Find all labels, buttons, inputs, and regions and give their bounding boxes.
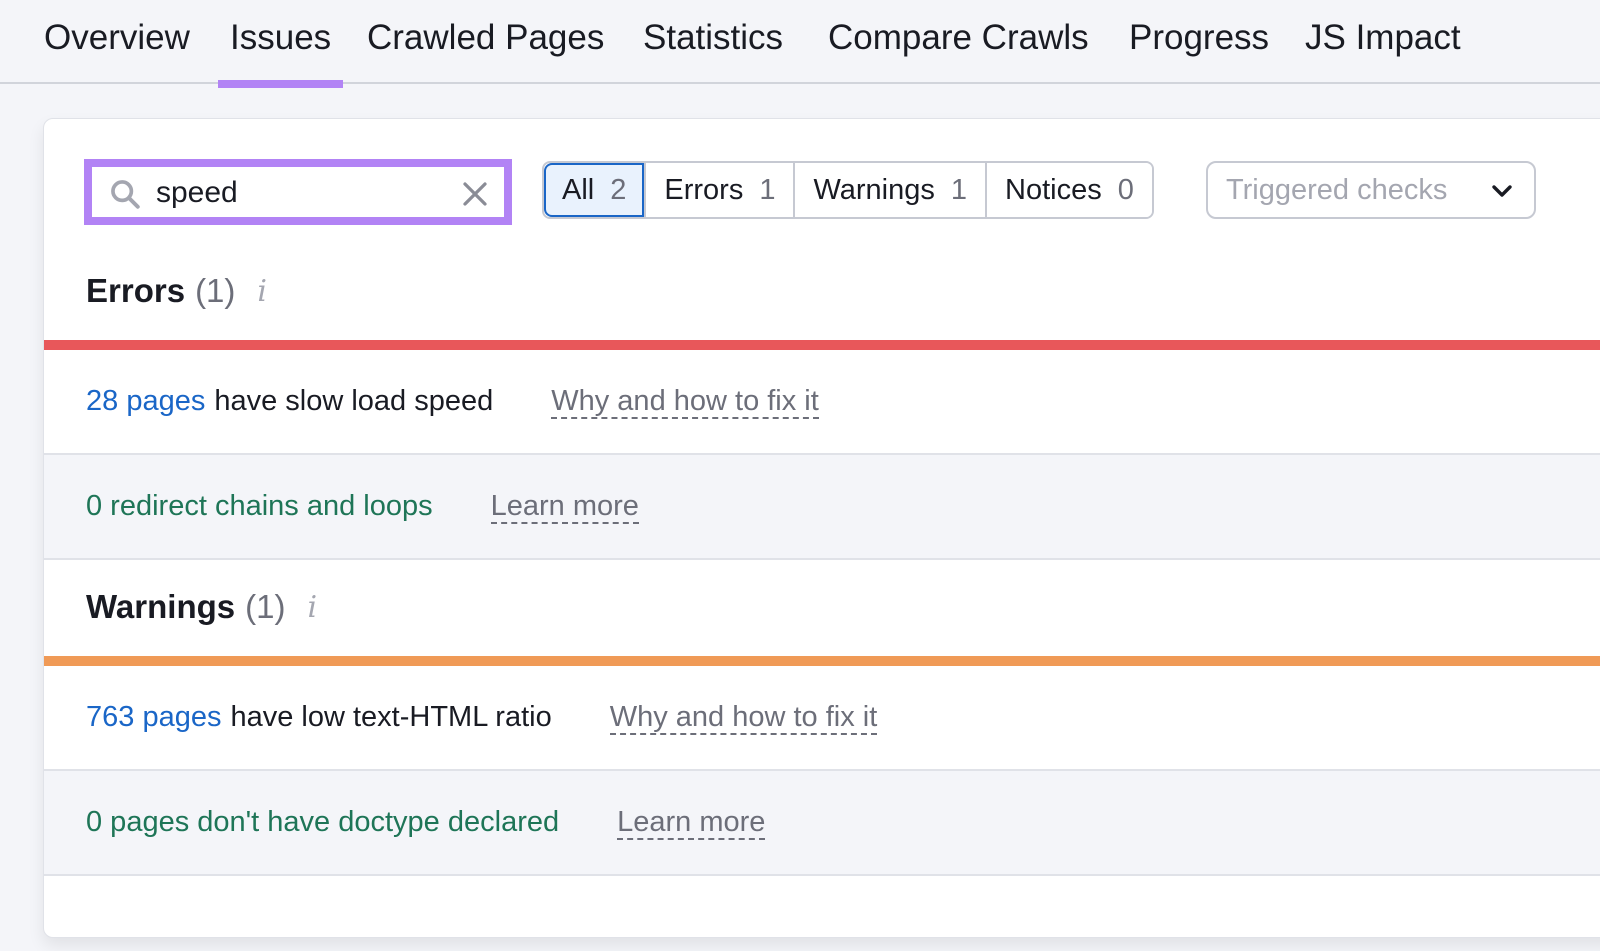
warnings-section-header: Warnings (1) i — [86, 577, 317, 637]
tab-bar: Overview Issues Crawled Pages Statistics… — [0, 0, 1600, 88]
tab-statistics[interactable]: Statistics — [631, 16, 795, 84]
tab-compare-crawls[interactable]: Compare Crawls — [816, 16, 1101, 84]
search-icon — [111, 180, 140, 209]
warnings-color-bar — [44, 656, 1600, 666]
issues-card: All 2 Errors 1 Warnings 1 Notices 0 Trig… — [43, 118, 1600, 938]
section-count: (1) — [195, 272, 236, 309]
section-count: (1) — [245, 588, 286, 625]
search-input[interactable] — [156, 173, 446, 213]
issue-type-filter: All 2 Errors 1 Warnings 1 Notices 0 — [542, 161, 1154, 219]
learn-more-link[interactable]: Learn more — [490, 490, 639, 524]
close-icon[interactable] — [460, 179, 490, 209]
filter-errors[interactable]: Errors 1 — [644, 163, 794, 217]
passed-check-text: 0 pages don't have doctype declared — [86, 806, 560, 838]
tab-crawled-pages[interactable]: Crawled Pages — [355, 16, 616, 84]
issue-description: have slow load speed — [214, 385, 494, 417]
errors-section-header: Errors (1) i — [86, 261, 267, 321]
filter-label: Notices — [1005, 173, 1102, 206]
tab-overview[interactable]: Overview — [32, 16, 202, 84]
tab-progress[interactable]: Progress — [1117, 16, 1281, 84]
chevron-down-icon — [1492, 185, 1512, 197]
filter-all[interactable]: All 2 — [544, 163, 645, 217]
tab-js-impact[interactable]: JS Impact — [1293, 16, 1473, 84]
issue-row: 28 pages have slow load speed Why and ho… — [44, 350, 1600, 455]
triggered-checks-dropdown[interactable]: Triggered checks — [1206, 161, 1536, 219]
affected-pages-link[interactable]: 763 pages — [86, 701, 221, 734]
section-title: Errors — [86, 272, 186, 309]
learn-more-link[interactable]: Learn more — [617, 806, 766, 840]
passed-check-row: 0 redirect chains and loops Learn more — [44, 455, 1600, 560]
issue-row: 763 pages have low text-HTML ratio Why a… — [44, 666, 1600, 771]
passed-check-row: 0 pages don't have doctype declared Lear… — [44, 771, 1600, 876]
dropdown-placeholder: Triggered checks — [1226, 173, 1448, 206]
issue-description: have low text-HTML ratio — [230, 701, 552, 733]
section-title: Warnings — [86, 588, 236, 625]
info-icon[interactable]: i — [257, 274, 267, 309]
why-and-how-link[interactable]: Why and how to fix it — [609, 701, 878, 735]
errors-color-bar — [44, 340, 1600, 350]
affected-pages-link[interactable]: 28 pages — [86, 385, 205, 418]
filter-label: Errors — [664, 173, 744, 206]
tab-issues[interactable]: Issues — [218, 16, 344, 88]
why-and-how-link[interactable]: Why and how to fix it — [551, 385, 819, 419]
filter-count: 1 — [759, 173, 776, 206]
filter-warnings[interactable]: Warnings 1 — [793, 163, 986, 217]
filter-label: All — [562, 173, 595, 206]
search-box — [84, 159, 512, 225]
filter-label: Warnings — [813, 173, 935, 206]
info-icon[interactable]: i — [307, 590, 317, 625]
passed-check-text: 0 redirect chains and loops — [86, 490, 433, 522]
filter-count: 2 — [610, 173, 627, 206]
filter-count: 0 — [1117, 173, 1134, 206]
filter-notices[interactable]: Notices 0 — [985, 163, 1152, 217]
filter-count: 1 — [950, 173, 968, 206]
